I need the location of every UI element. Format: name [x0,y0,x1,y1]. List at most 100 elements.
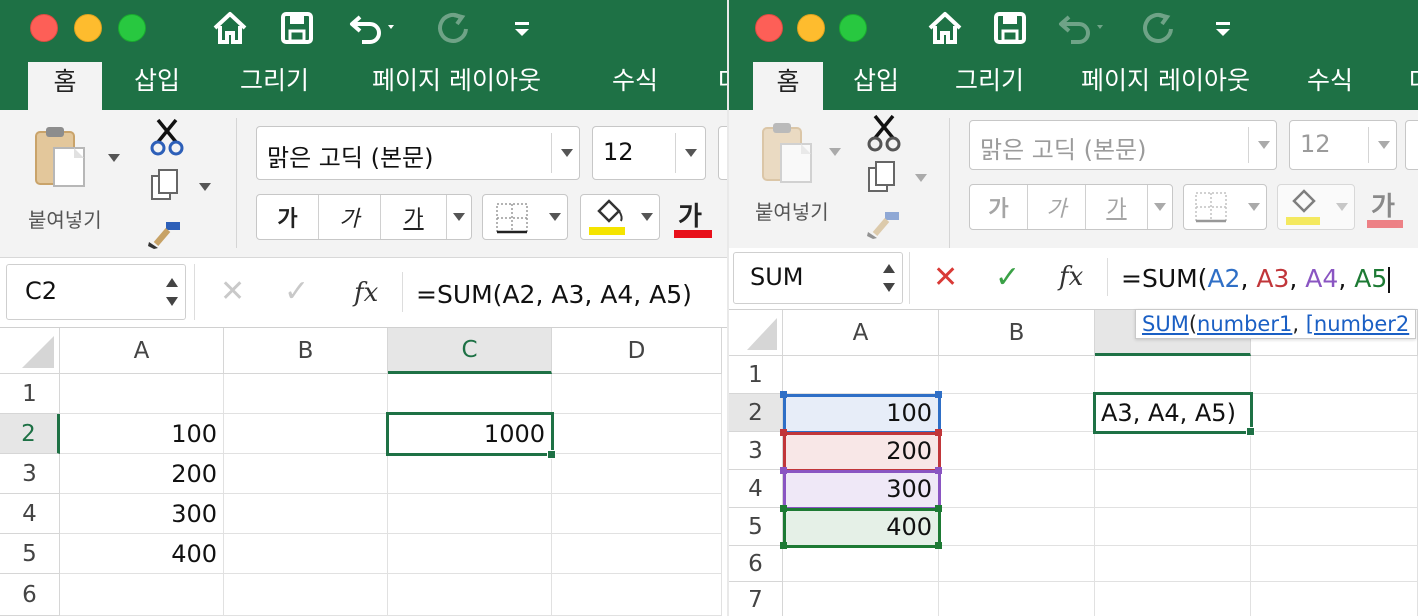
enter-formula-button[interactable]: ✓ [284,274,309,309]
zoom-window-button[interactable] [118,14,146,42]
cell-b4[interactable] [939,470,1095,508]
save-icon[interactable] [993,10,1027,46]
cell-c4[interactable] [1095,470,1251,508]
home-icon[interactable] [927,10,963,46]
cell-a6[interactable] [783,546,939,582]
font-color-button[interactable]: 가 [672,196,712,242]
font-size-caret[interactable] [685,149,697,157]
tab-insert[interactable]: 삽입 [853,58,899,110]
reference-handle[interactable] [935,542,942,549]
close-window-button[interactable] [755,14,783,42]
underline-caret[interactable] [453,213,465,221]
row-header-4[interactable]: 4 [0,494,60,534]
reference-handle[interactable] [780,467,787,474]
bold-button[interactable]: 가 [257,195,319,239]
cell-c6[interactable] [388,574,552,616]
row-header-6[interactable]: 6 [0,574,60,616]
cell-a1[interactable] [783,356,939,394]
reference-handle[interactable] [780,391,787,398]
column-header-b[interactable]: B [224,328,388,374]
formula-input[interactable]: =SUM(A2, A3, A4, A5) [416,280,692,309]
copy-dropdown-caret[interactable] [199,183,211,191]
fill-color-caret[interactable] [641,213,653,221]
cell-c1[interactable] [1095,356,1251,394]
customize-toolbar-icon[interactable] [1213,10,1233,46]
tab-page-layout[interactable]: 페이지 레이아웃 [1081,58,1250,110]
fill-color-button[interactable] [1277,184,1355,230]
cell-b5[interactable] [224,534,388,574]
select-all-button[interactable] [729,310,783,356]
reference-handle[interactable] [935,391,942,398]
copy-dropdown-caret[interactable] [915,174,927,182]
italic-button[interactable]: 가 [1028,185,1086,229]
cell-b3[interactable] [939,432,1095,470]
name-box[interactable]: C2 [6,264,186,320]
reference-handle[interactable] [780,429,787,436]
borders-caret[interactable] [549,213,561,221]
cell-b2[interactable] [939,394,1095,432]
cancel-formula-button[interactable]: ✕ [220,274,245,309]
cell-c3[interactable] [388,454,552,494]
copy-icon[interactable] [150,168,180,206]
redo-icon[interactable] [436,10,472,46]
row-header-1[interactable]: 1 [0,374,60,414]
cell-d7[interactable] [1251,582,1418,616]
cell-c3[interactable] [1095,432,1251,470]
font-name-caret[interactable] [1258,141,1270,149]
cell-a2[interactable]: 100 [60,414,224,454]
format-painter-icon[interactable] [865,208,905,244]
cut-icon[interactable] [150,118,184,160]
borders-button[interactable] [1183,184,1267,230]
zoom-window-button[interactable] [839,14,867,42]
paste-dropdown-caret[interactable] [108,154,120,162]
font-name-select[interactable]: 맑은 고딕 (본문) [256,126,580,180]
cancel-formula-button[interactable]: ✕ [933,260,958,295]
save-icon[interactable] [280,10,314,46]
cell-d3[interactable] [552,454,722,494]
cell-a5[interactable]: 400 [60,534,224,574]
copy-icon[interactable] [867,160,897,198]
cell-d2[interactable] [1251,394,1418,432]
cell-d1[interactable] [552,374,722,414]
underline-caret[interactable] [1154,203,1166,211]
insert-function-button[interactable]: fx [354,278,378,308]
undo-icon[interactable] [348,10,398,46]
row-header-5[interactable]: 5 [729,508,783,546]
cell-c5[interactable] [1095,508,1251,546]
tab-home[interactable]: 홈 [28,62,102,110]
tooltip-arg-number2[interactable]: [number2 [1306,312,1410,336]
row-header-2[interactable]: 2 [729,394,783,432]
font-color-button[interactable]: 가 [1365,186,1405,232]
cell-d4[interactable] [552,494,722,534]
tab-page-layout[interactable]: 페이지 레이아웃 [372,58,541,110]
cell-d1[interactable] [1251,356,1418,394]
cell-d6[interactable] [552,574,722,616]
cell-a6[interactable] [60,574,224,616]
undo-icon[interactable] [1057,10,1107,46]
cell-a7[interactable] [783,582,939,616]
enter-formula-button[interactable]: ✓ [995,260,1020,295]
redo-icon[interactable] [1141,10,1177,46]
cell-a1[interactable] [60,374,224,414]
fill-color-caret[interactable] [1336,203,1348,211]
column-header-b[interactable]: B [939,310,1095,356]
tab-formulas[interactable]: 수식 [1307,58,1353,110]
cell-b5[interactable] [939,508,1095,546]
borders-caret[interactable] [1248,203,1260,211]
name-box-stepper-icon[interactable] [165,275,179,313]
column-header-a[interactable]: A [60,328,224,374]
row-header-3[interactable]: 3 [0,454,60,494]
tab-data[interactable]: 데 [1409,58,1418,110]
minimize-window-button[interactable] [74,14,102,42]
home-icon[interactable] [212,10,248,46]
cell-b6[interactable] [224,574,388,616]
fill-handle[interactable] [547,450,556,459]
tooltip-function-link[interactable]: SUM [1142,312,1189,336]
row-header-5[interactable]: 5 [0,534,60,574]
column-header-a[interactable]: A [783,310,939,356]
cell-d2[interactable] [552,414,722,454]
reference-handle[interactable] [780,542,787,549]
tab-insert[interactable]: 삽입 [134,58,180,110]
row-header-2[interactable]: 2 [0,414,60,454]
bold-button[interactable]: 가 [970,185,1028,229]
